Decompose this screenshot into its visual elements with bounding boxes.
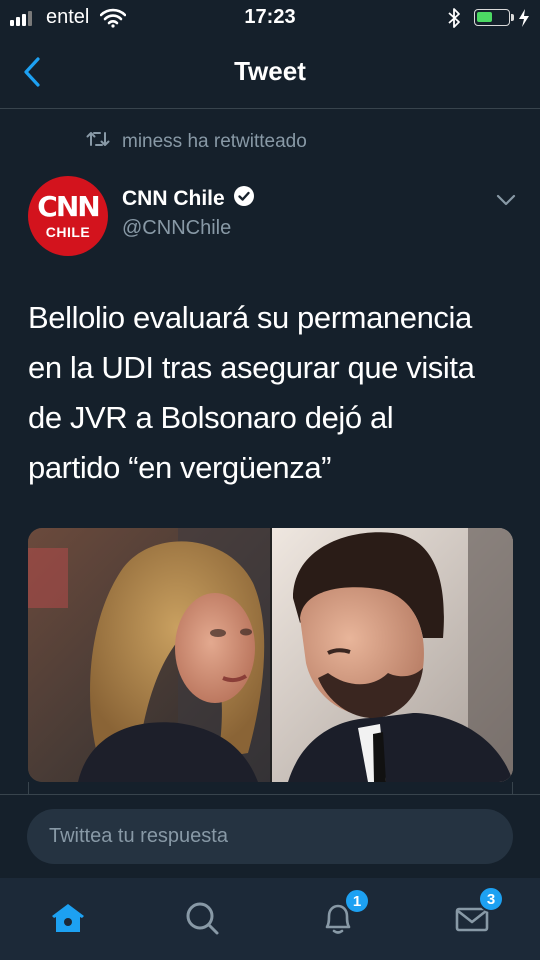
tweet-options-button[interactable] (495, 193, 517, 212)
reply-bar (0, 794, 540, 879)
retweet-label: miness ha retwitteado (122, 131, 307, 152)
photo-image (28, 528, 513, 782)
tweet-photo[interactable] (28, 528, 513, 782)
tweet-line: de JVR a Bolsonaro dejó al (28, 400, 394, 435)
tweet-text: Bellolio evaluará su permanencia en la U… (28, 293, 518, 493)
author-handle[interactable]: @CNNChile (122, 217, 231, 240)
tab-bar: 1 3 (0, 878, 540, 960)
messages-badge: 3 (478, 886, 504, 912)
retweet-context[interactable]: miness ha retwitteado (86, 130, 307, 154)
chevron-down-icon (496, 194, 516, 206)
battery-level (477, 12, 492, 22)
bluetooth-icon (447, 7, 461, 34)
reply-input[interactable] (27, 809, 513, 864)
charging-bolt-icon (518, 8, 530, 33)
battery-icon (474, 9, 510, 26)
tweet-line: Bellolio evaluará su permanencia (28, 300, 472, 335)
tab-home[interactable] (46, 896, 90, 940)
author-name-text: CNN Chile (122, 187, 225, 210)
card-border (28, 782, 513, 794)
tweet-line: en la UDI tras asegurar que visita (28, 350, 475, 385)
battery-tip (511, 14, 514, 21)
tweet-line: partido “en vergüenza” (28, 450, 332, 485)
tab-search[interactable] (180, 896, 224, 940)
cnn-logo-mark: CNN (37, 190, 100, 223)
nav-header: Tweet (0, 36, 540, 109)
home-icon (52, 904, 84, 932)
cnn-logo-sub: CHILE (45, 224, 91, 240)
status-bar: entel 17:23 (0, 0, 540, 36)
notifications-badge: 1 (344, 888, 370, 914)
page-title: Tweet (234, 56, 306, 86)
verified-badge-icon (233, 185, 255, 213)
author-name[interactable]: CNN Chile (122, 185, 255, 213)
avatar[interactable]: CNN CHILE (28, 176, 108, 256)
search-icon (186, 902, 219, 935)
retweet-icon (86, 130, 110, 154)
